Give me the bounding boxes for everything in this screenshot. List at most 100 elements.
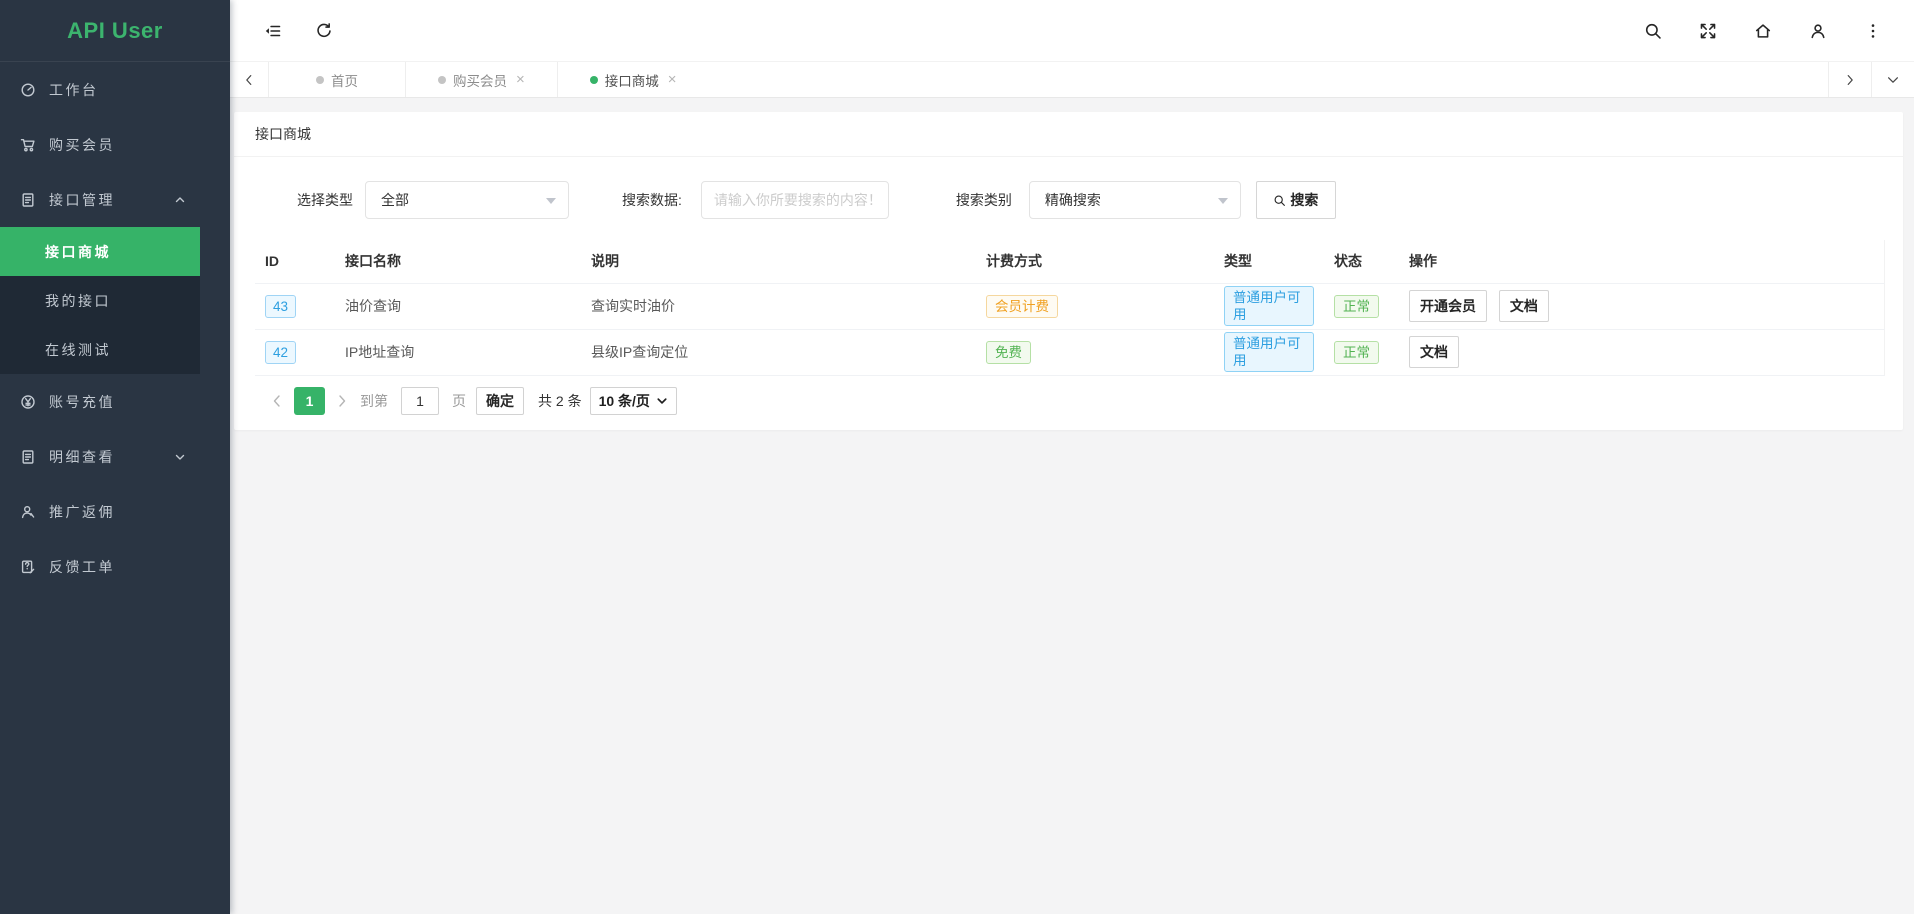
- tab-label: 首页: [331, 70, 358, 90]
- caret-down-icon: [546, 198, 556, 209]
- search-input[interactable]: [701, 181, 889, 219]
- tab-home[interactable]: 首页: [268, 62, 405, 97]
- user-icon[interactable]: [1809, 22, 1827, 40]
- col-status: 状态: [1324, 240, 1399, 283]
- search-icon[interactable]: [1644, 22, 1662, 40]
- filter-bar: 选择类型 全部 搜索数据: 搜索类别 精确搜索 搜索: [234, 157, 1903, 240]
- sidebar-item-label: 购买会员: [49, 135, 115, 155]
- status-badge: 正常: [1334, 295, 1379, 318]
- sidebar-item-buy-membership[interactable]: 购买会员: [0, 117, 200, 172]
- ticket-icon: [20, 559, 36, 575]
- yen-icon: [20, 394, 36, 410]
- api-table: ID 接口名称 说明 计费方式 类型 状态 操作 43 油价查询: [255, 240, 1885, 376]
- type-badge: 普通用户可用: [1224, 332, 1314, 372]
- search-button-label: 搜索: [1290, 190, 1318, 210]
- goto-confirm-button[interactable]: 确定: [476, 387, 524, 415]
- document-icon: [20, 192, 36, 208]
- app-logo: API User: [0, 0, 230, 62]
- sidebar-item-label: 明细查看: [49, 447, 115, 467]
- top-header: [230, 0, 1914, 62]
- page-size-value: 10 条/页: [599, 391, 650, 411]
- document-icon: [20, 449, 36, 465]
- sidebar-item-label: 推广返佣: [49, 502, 115, 522]
- table-row: 42 IP地址查询 县级IP查询定位 免费 普通用户可用 正常 文档: [255, 329, 1885, 375]
- submenu-item-label: 接口商城: [45, 242, 111, 262]
- chevron-up-icon: [174, 194, 186, 206]
- type-badge: 普通用户可用: [1224, 286, 1314, 326]
- current-page-button[interactable]: 1: [294, 387, 325, 415]
- col-desc: 说明: [581, 240, 976, 283]
- billing-badge: 会员计费: [986, 295, 1058, 318]
- tabs-scroll-left-button[interactable]: [230, 62, 268, 97]
- api-table-wrap: ID 接口名称 说明 计费方式 类型 状态 操作 43 油价查询: [234, 240, 1903, 376]
- docs-button[interactable]: 文档: [1409, 336, 1459, 368]
- status-badge: 正常: [1334, 341, 1379, 364]
- sidebar-item-account-recharge[interactable]: 账号充值: [0, 374, 200, 429]
- sidebar-item-label: 账号充值: [49, 392, 115, 412]
- docs-button[interactable]: 文档: [1499, 290, 1549, 322]
- sidebar-item-feedback-ticket[interactable]: 反馈工单: [0, 539, 200, 594]
- table-header-row: ID 接口名称 说明 计费方式 类型 状态 操作: [255, 240, 1885, 283]
- caret-down-icon: [1218, 198, 1228, 209]
- sidebar-item-online-test[interactable]: 在线测试: [0, 325, 200, 374]
- type-select[interactable]: 全部: [365, 181, 569, 219]
- goto-suffix-label: 页: [452, 391, 466, 411]
- search-category-label: 搜索类别: [956, 190, 1012, 210]
- sidebar-item-api-management[interactable]: 接口管理: [0, 172, 200, 227]
- sidebar-item-workbench[interactable]: 工作台: [0, 62, 200, 117]
- fold-sidebar-icon[interactable]: [264, 22, 282, 40]
- tab-label: 购买会员: [453, 70, 507, 90]
- tab-dot: [438, 76, 446, 84]
- sidebar-item-api-market[interactable]: 接口商城: [0, 227, 200, 276]
- search-category-select[interactable]: 精确搜索: [1029, 181, 1241, 219]
- api-desc: 查询实时油价: [581, 283, 976, 329]
- topbar-right-icons: [1644, 22, 1882, 40]
- total-count-label: 共 2 条: [538, 391, 582, 411]
- sidebar-item-label: 接口管理: [49, 190, 115, 210]
- api-market-card: 接口商城 选择类型 全部 搜索数据: 搜索类别 精确搜索 搜索: [234, 112, 1903, 430]
- pagination: 1 到第 页 确定 共 2 条 10 条/页: [234, 387, 1903, 430]
- close-icon[interactable]: ×: [516, 71, 525, 88]
- sidebar-item-label: 反馈工单: [49, 557, 115, 577]
- open-membership-button[interactable]: 开通会员: [1409, 290, 1487, 322]
- sidebar-item-detail-view[interactable]: 明细查看: [0, 429, 200, 484]
- page-size-select[interactable]: 10 条/页: [590, 387, 677, 415]
- home-icon[interactable]: [1754, 22, 1772, 40]
- search-button[interactable]: 搜索: [1256, 181, 1336, 219]
- goto-prefix-label: 到第: [360, 391, 388, 411]
- col-type: 类型: [1214, 240, 1324, 283]
- page-title: 接口商城: [234, 112, 1903, 157]
- submenu-api-management: 接口商城 我的接口 在线测试: [0, 227, 200, 374]
- fullscreen-icon[interactable]: [1699, 22, 1717, 40]
- dashboard-icon: [20, 82, 36, 98]
- id-badge: 43: [265, 295, 296, 318]
- sidebar-item-label: 工作台: [49, 80, 99, 100]
- next-page-icon[interactable]: [334, 393, 350, 409]
- main-area: 首页 购买会员 × 接口商城 × 接口商城 选择类型: [230, 0, 1914, 914]
- tabs-menu-button[interactable]: [1871, 62, 1914, 97]
- tab-controls: [1828, 62, 1914, 97]
- billing-badge: 免费: [986, 341, 1031, 364]
- tab-bar: 首页 购买会员 × 接口商城 ×: [230, 62, 1914, 98]
- table-row: 43 油价查询 查询实时油价 会员计费 普通用户可用 正常 开通会员 文档: [255, 283, 1885, 329]
- tab-dot: [316, 76, 324, 84]
- refresh-icon[interactable]: [315, 22, 333, 40]
- type-filter-label: 选择类型: [297, 190, 353, 210]
- chevron-down-icon: [656, 395, 668, 407]
- sidebar-item-promotion-rebate[interactable]: 推广返佣: [0, 484, 200, 539]
- tabs-scroll-right-button[interactable]: [1828, 62, 1871, 97]
- sidebar: API User 工作台 购买会员 接口管理 接口商城 我的接口: [0, 0, 230, 914]
- tab-buy-membership[interactable]: 购买会员 ×: [405, 62, 557, 97]
- tab-api-market[interactable]: 接口商城 ×: [557, 62, 709, 97]
- chevron-down-icon: [174, 451, 186, 463]
- type-select-value: 全部: [381, 190, 409, 210]
- prev-page-icon[interactable]: [269, 393, 285, 409]
- tab-label: 接口商城: [605, 70, 659, 90]
- close-icon[interactable]: ×: [668, 71, 677, 88]
- sidebar-item-my-apis[interactable]: 我的接口: [0, 276, 200, 325]
- more-vertical-icon[interactable]: [1864, 22, 1882, 40]
- goto-page-input[interactable]: [401, 387, 439, 415]
- category-select-value: 精确搜索: [1045, 190, 1101, 210]
- submenu-item-label: 我的接口: [45, 291, 111, 311]
- user-group-icon: [20, 504, 36, 520]
